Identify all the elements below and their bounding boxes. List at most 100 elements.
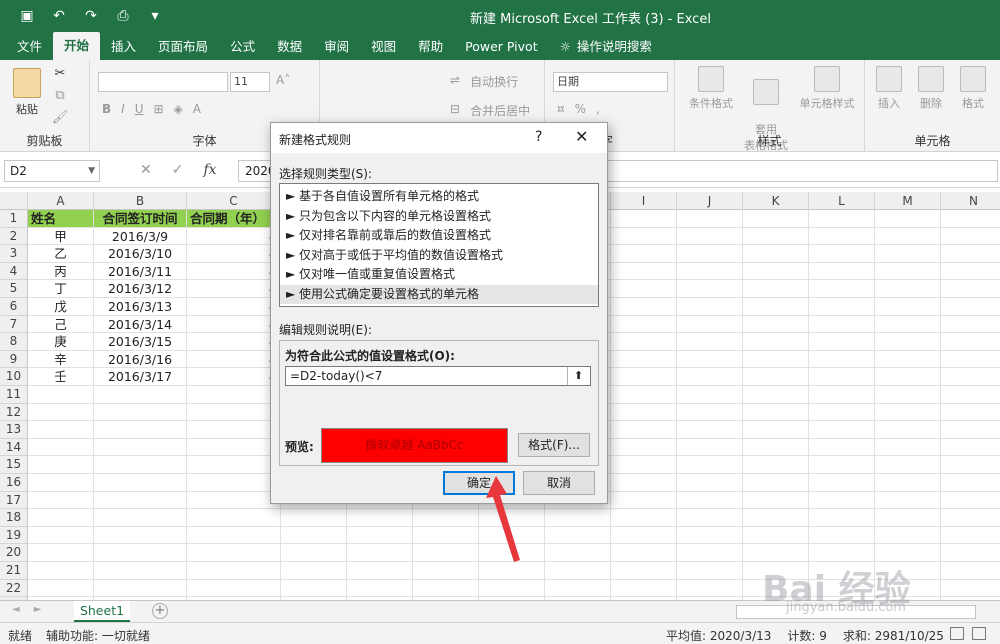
cell-a10[interactable]: 壬 [28, 368, 94, 386]
row-header-21[interactable]: 21 [0, 562, 28, 580]
insert-cells-button[interactable]: 插入 [871, 66, 907, 111]
rule-type-item[interactable]: ► 仅对高于或低于平均值的数值设置格式 [280, 246, 598, 266]
accessibility-status[interactable]: 辅助功能: 一切就绪 [46, 627, 150, 644]
cell-k9[interactable] [743, 350, 809, 369]
rule-type-list[interactable]: ► 基于各自值设置所有单元格的格式 ► 只为包含以下内容的单元格设置格式 ► 仅… [279, 183, 599, 307]
cell-d20[interactable] [281, 544, 347, 562]
cell-j1[interactable] [677, 210, 743, 228]
cell-b11[interactable] [94, 386, 187, 404]
row-header-7[interactable]: 7 [0, 315, 28, 334]
cell-c14[interactable] [187, 438, 281, 457]
cell-c15[interactable] [187, 456, 281, 474]
cell-k15[interactable] [743, 456, 809, 474]
tab-review[interactable]: 审阅 [313, 34, 360, 60]
bold-button[interactable]: B [102, 102, 111, 116]
cell-m17[interactable] [875, 491, 941, 510]
page-layout-view-icon[interactable] [972, 627, 986, 640]
row-header-10[interactable]: 10 [0, 368, 28, 386]
cell-m1[interactable] [875, 210, 941, 228]
cell-f20[interactable] [413, 544, 479, 562]
cell-b19[interactable] [94, 526, 187, 545]
delete-cells-button[interactable]: 删除 [913, 66, 949, 111]
cell-j15[interactable] [677, 456, 743, 474]
cell-i11[interactable] [611, 386, 677, 404]
cell-k4[interactable] [743, 262, 809, 281]
cell-d19[interactable] [281, 526, 347, 545]
cell-j17[interactable] [677, 491, 743, 510]
cell-k2[interactable] [743, 227, 809, 246]
row-header-13[interactable]: 13 [0, 421, 28, 439]
paste-button[interactable]: 粘贴 [10, 68, 44, 117]
tab-data[interactable]: 数据 [266, 34, 313, 60]
cell-b10[interactable]: 2016/3/17 [94, 368, 187, 386]
font-color-icon[interactable]: A [193, 102, 201, 116]
name-box[interactable]: D2 ▼ [4, 160, 100, 182]
cell-i18[interactable] [611, 509, 677, 527]
cell-i9[interactable] [611, 350, 677, 369]
cell-d21[interactable] [281, 562, 347, 580]
cell-n6[interactable] [941, 298, 1000, 316]
row-header-16[interactable]: 16 [0, 474, 28, 492]
conditional-format-button[interactable]: 条件格式 [685, 66, 737, 111]
cell-j7[interactable] [677, 315, 743, 334]
cell-n12[interactable] [941, 404, 1000, 422]
cell-k16[interactable] [743, 474, 809, 492]
cell-i15[interactable] [611, 456, 677, 474]
borders-icon[interactable]: ⊞ [154, 102, 164, 116]
cell-l3[interactable] [809, 245, 875, 263]
cell-l4[interactable] [809, 262, 875, 281]
cell-l13[interactable] [809, 421, 875, 439]
cell-a19[interactable] [28, 526, 94, 545]
cell-c10[interactable]: 4 [187, 368, 281, 386]
cell-a22[interactable] [28, 579, 94, 598]
cell-j9[interactable] [677, 350, 743, 369]
row-header-2[interactable]: 2 [0, 227, 28, 246]
cell-c21[interactable] [187, 562, 281, 580]
cell-l12[interactable] [809, 403, 875, 422]
wrap-text-button[interactable]: ⇌ 自动换行 [450, 73, 518, 90]
percent-icon[interactable]: % [575, 102, 586, 116]
sheet-tab-sheet1[interactable]: Sheet1 [74, 601, 130, 622]
cell-b6[interactable]: 2016/3/13 [94, 298, 187, 316]
cell-n2[interactable] [941, 228, 1000, 246]
cell-n18[interactable] [941, 509, 1000, 527]
cell-m18[interactable] [875, 509, 941, 527]
cell-n22[interactable] [941, 580, 1000, 598]
cell-n7[interactable] [941, 316, 1000, 334]
cell-a6[interactable]: 戊 [28, 298, 94, 316]
cell-e19[interactable] [347, 526, 413, 545]
cell-k1[interactable] [743, 210, 809, 228]
cell-styles-button[interactable]: 单元格样式 [795, 66, 859, 111]
cell-m5[interactable] [875, 280, 941, 298]
tab-insert[interactable]: 插入 [100, 34, 147, 60]
cell-b13[interactable] [94, 421, 187, 439]
tell-me-search[interactable]: ☼ 操作说明搜索 [549, 34, 663, 60]
cell-a9[interactable]: 辛 [28, 350, 94, 369]
cell-n14[interactable] [941, 439, 1000, 457]
column-header-m[interactable]: M [875, 192, 941, 210]
cancel-entry-icon[interactable]: ✕ [140, 162, 152, 178]
cell-k18[interactable] [743, 509, 809, 527]
cell-c1[interactable]: 合同期（年） [187, 210, 281, 228]
cell-j18[interactable] [677, 509, 743, 527]
format-cells-button[interactable]: 格式 [955, 66, 991, 111]
cell-f19[interactable] [413, 526, 479, 545]
cell-c8[interactable]: 4 [187, 333, 281, 351]
cell-n11[interactable] [941, 386, 1000, 404]
fill-color-icon[interactable]: ◈ [174, 102, 183, 116]
tab-file[interactable]: 文件 [6, 34, 53, 60]
cell-m9[interactable] [875, 350, 941, 369]
cell-a8[interactable]: 庚 [28, 333, 94, 351]
column-header-i[interactable]: I [611, 192, 677, 210]
insert-function-icon[interactable]: fx [203, 162, 216, 178]
cell-b12[interactable] [94, 403, 187, 422]
cell-j5[interactable] [677, 280, 743, 298]
cell-h22[interactable] [545, 579, 611, 598]
row-header-15[interactable]: 15 [0, 456, 28, 474]
cell-l5[interactable] [809, 280, 875, 298]
cell-i2[interactable] [611, 227, 677, 246]
prev-sheet-icon[interactable]: ◄ [12, 604, 20, 615]
grow-font-icon[interactable]: A˄ [276, 73, 290, 87]
cell-a21[interactable] [28, 562, 94, 580]
cell-l1[interactable] [809, 210, 875, 228]
